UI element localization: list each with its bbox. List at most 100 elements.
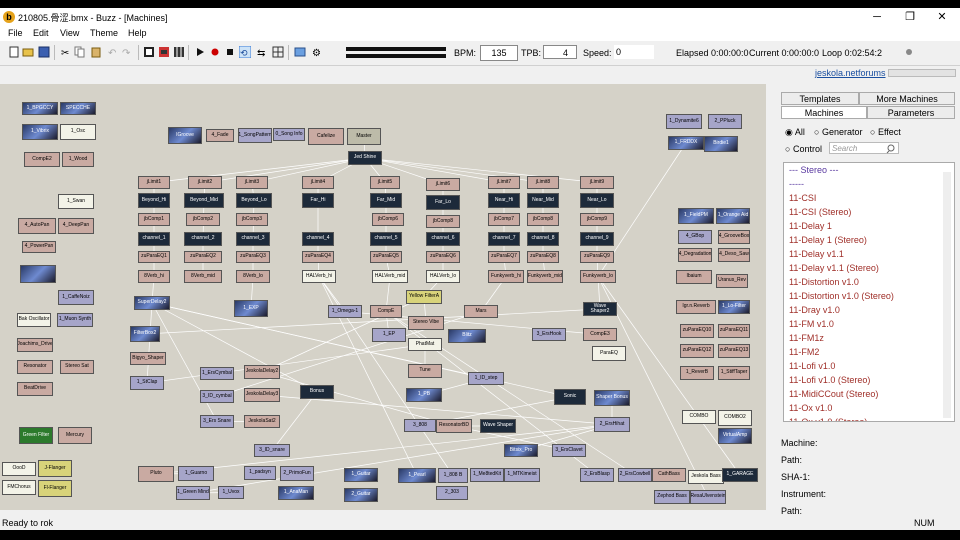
minimize-button[interactable]: ─ <box>862 8 892 26</box>
machine-node[interactable]: 1_ErsCymbal <box>200 367 234 380</box>
machine-node[interactable]: Yellow FilterA <box>406 290 442 304</box>
machine-node[interactable]: 1_EP <box>372 328 406 342</box>
menu-view[interactable]: View <box>60 28 79 38</box>
machine-list-item[interactable]: 11-Distortion v1.0 (Stereo) <box>784 289 954 303</box>
machine-node[interactable]: 0_Song Info <box>273 128 305 141</box>
machine-node[interactable]: Birdie1 <box>704 136 738 152</box>
machine-node[interactable]: 3_Ers Snare <box>200 415 234 428</box>
machine-node[interactable]: zuParaEQ2 <box>184 251 222 263</box>
machine-node[interactable]: 1_Vibrix <box>22 124 58 140</box>
master-volume-slider[interactable] <box>888 69 956 77</box>
machine-node[interactable]: CompE2 <box>24 152 60 167</box>
machine-node[interactable]: CompE3 <box>583 328 617 341</box>
loop-icon[interactable]: ⟲ <box>239 46 251 58</box>
menu-edit[interactable]: Edit <box>33 28 49 38</box>
machine-node[interactable]: JeskolaDelay2 <box>244 365 280 379</box>
machine-node[interactable]: 1_Guarno <box>178 466 214 481</box>
machine-node[interactable]: 1_EXP <box>234 300 268 317</box>
machine-node[interactable]: 8Verb_lo <box>236 270 270 283</box>
grid-icon[interactable] <box>272 46 284 58</box>
filter-all-radio[interactable]: ◉ <box>785 127 793 137</box>
machine-node[interactable]: 2_303 <box>436 486 468 500</box>
machine-node[interactable]: Joachims_Drive <box>17 338 53 352</box>
machine-node[interactable]: 1_MTKimeist <box>504 468 540 482</box>
machine-node[interactable]: zuParaEQ13 <box>718 344 750 358</box>
machine-node[interactable]: 2_ErsCowbell <box>618 468 652 482</box>
machine-node[interactable]: Fl-Flanger <box>38 480 72 497</box>
machine-node[interactable]: jLimit6 <box>426 178 460 191</box>
filter-all[interactable]: ◉ All <box>785 127 805 138</box>
cpu-meter-icon[interactable]: ⚙ <box>312 46 324 58</box>
paste-icon[interactable] <box>90 46 102 58</box>
machine-node[interactable]: CompE <box>370 305 402 318</box>
machine-node[interactable]: BeatDrive <box>17 382 53 396</box>
machine-list-item[interactable]: ----- <box>784 177 954 191</box>
machine-list-item[interactable]: 11-Dray v1.0 <box>784 303 954 317</box>
machine-node[interactable]: jLimit9 <box>580 176 614 189</box>
volume-slider[interactable] <box>346 46 446 60</box>
list-scrollbar[interactable] <box>943 172 951 418</box>
machine-node[interactable]: Uranus_Rev <box>716 274 748 288</box>
stop-icon[interactable] <box>224 46 236 58</box>
machine-node[interactable]: channel_3 <box>236 232 270 246</box>
redo-icon[interactable]: ↷ <box>122 46 134 58</box>
copy-icon[interactable] <box>74 46 86 58</box>
machine-node[interactable]: Stereo Vibe <box>408 316 444 330</box>
machine-node[interactable]: 2_PrimoFun <box>280 466 314 481</box>
filter-generator-radio[interactable]: ○ <box>814 127 819 137</box>
machine-node[interactable]: 1_Orange Aid <box>716 208 750 224</box>
machine-node[interactable]: jbComp8 <box>426 215 460 228</box>
tab-more-machines[interactable]: More Machines <box>859 92 955 105</box>
speed-dropdown[interactable]: 0 <box>614 45 654 59</box>
machine-node[interactable]: 1_Omega-1 <box>328 305 362 318</box>
machine-node[interactable]: SuperDelay2 <box>134 296 170 310</box>
machine-node[interactable]: Near_Lo <box>580 193 614 208</box>
machine-node[interactable]: Bitsix_Pro <box>504 444 538 457</box>
machine-node[interactable]: FMChorus <box>2 480 36 495</box>
machine-node[interactable]: CathBass <box>652 468 686 482</box>
machine-node[interactable]: Funkyverb_lo <box>580 270 616 283</box>
machine-node[interactable]: 1_AnaMan <box>278 486 314 500</box>
machine-node[interactable]: Tune <box>408 364 442 378</box>
machine-node[interactable]: Igr.n.Reverb <box>676 300 716 314</box>
machine-node[interactable]: JeskolaDelay3 <box>244 388 280 402</box>
menu-help[interactable]: Help <box>128 28 147 38</box>
machine-node[interactable]: zuParaEQ12 <box>680 344 714 358</box>
machine-node[interactable]: jLimit1 <box>138 176 170 189</box>
new-file-icon[interactable] <box>8 46 20 58</box>
machine-node[interactable]: FilterBox2 <box>130 326 160 342</box>
machine-node[interactable]: 1_GARAGE <box>722 468 758 482</box>
machine-node[interactable]: IGroove <box>168 127 202 144</box>
machine-node[interactable]: Resonator <box>17 360 53 374</box>
machine-node[interactable]: 4_DeepPan <box>58 218 94 234</box>
machine-list-item[interactable]: 11-Distortion v1.0 <box>784 275 954 289</box>
machine-node[interactable]: jbComp1 <box>138 213 170 226</box>
machine-node[interactable]: jLimit5 <box>370 176 400 189</box>
machine-node[interactable]: PhatMat <box>408 338 442 351</box>
machine-node[interactable]: Bigyo_Shaper <box>130 352 166 365</box>
machine-node[interactable]: Beyond_Hi <box>138 193 170 208</box>
machine-node[interactable]: Mars <box>464 305 498 318</box>
machine-node[interactable]: zuParaEQ7 <box>488 251 520 263</box>
machine-node[interactable]: jLimit3 <box>236 176 268 189</box>
machine-node[interactable]: Bonus <box>300 385 334 399</box>
tpb-field[interactable]: 4 <box>543 45 577 59</box>
machine-node[interactable]: zuParaEQ9 <box>580 251 614 263</box>
machine-node[interactable]: Beyond_Lo <box>236 193 272 208</box>
buzz-app-icon[interactable]: b <box>3 11 15 23</box>
machine-node[interactable]: 1_SongPattern <box>238 128 272 143</box>
machine-node[interactable]: 2_ErsBlasp <box>580 468 614 482</box>
machine-list-item[interactable]: 11-Delay v1.1 <box>784 247 954 261</box>
machine-node[interactable]: jbComp8 <box>527 213 559 226</box>
machine-node[interactable]: channel_5 <box>370 232 402 246</box>
machine-node[interactable]: Stereo Sat <box>60 360 94 374</box>
machine-node[interactable]: Funkyverb_mid <box>527 270 563 283</box>
machine-node[interactable]: 3_808 <box>404 419 436 432</box>
machine-node[interactable]: 1_Guitar <box>344 468 378 482</box>
machine-node[interactable]: Cafelize <box>308 128 344 145</box>
machine-node[interactable]: J-Flanger <box>38 460 72 477</box>
filter-effect[interactable]: ○ Effect <box>870 127 901 137</box>
machine-view-canvas[interactable]: 1_BPGCCY SPECCHE 1_Vibrix 1_Osc CompE2 1_Wood… <box>0 84 766 510</box>
save-icon[interactable] <box>38 46 50 58</box>
machine-node[interactable]: VirtualAmp <box>718 428 752 444</box>
